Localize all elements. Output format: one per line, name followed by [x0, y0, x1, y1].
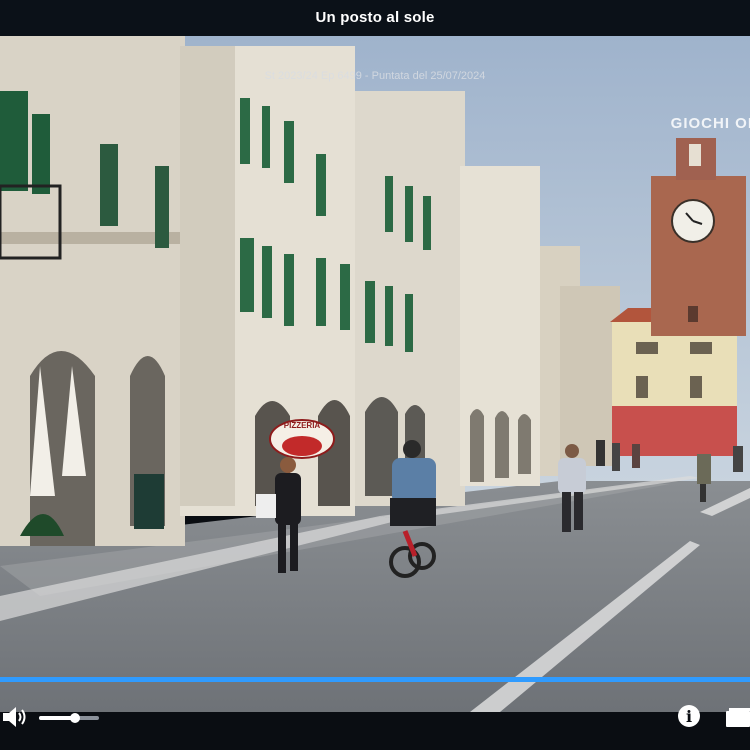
info-icon[interactable]: i [678, 705, 700, 727]
volume-slider[interactable] [39, 713, 99, 723]
green-shutters [0, 91, 28, 191]
controls-bar: i [0, 700, 750, 736]
video-frame[interactable]: PIZZERIA St 2023/24 Ep 6499 - Puntata de… [0, 36, 750, 712]
video-player: Un posto al sole PIZZERIA St 2023/24 Ep … [0, 0, 750, 750]
red-ground-floor [612, 406, 737, 456]
far-building [560, 286, 620, 466]
episode-subtitle: St 2023/24 Ep 6499 - Puntata del 25/07/2… [264, 70, 486, 82]
volume-handle[interactable] [70, 713, 80, 723]
video-scene: PIZZERIA [0, 36, 750, 712]
fullscreen-icon[interactable] [725, 708, 750, 728]
progress-bar[interactable] [0, 677, 750, 682]
channel-watermark: GIOCHI OL [670, 115, 750, 132]
pizzeria-sign-text: PIZZERIA [284, 421, 321, 430]
program-title: Un posto al sole [315, 9, 435, 26]
speaker-icon[interactable] [2, 705, 28, 729]
progress-fill [0, 677, 750, 682]
title-bar: Un posto al sole [0, 0, 750, 36]
